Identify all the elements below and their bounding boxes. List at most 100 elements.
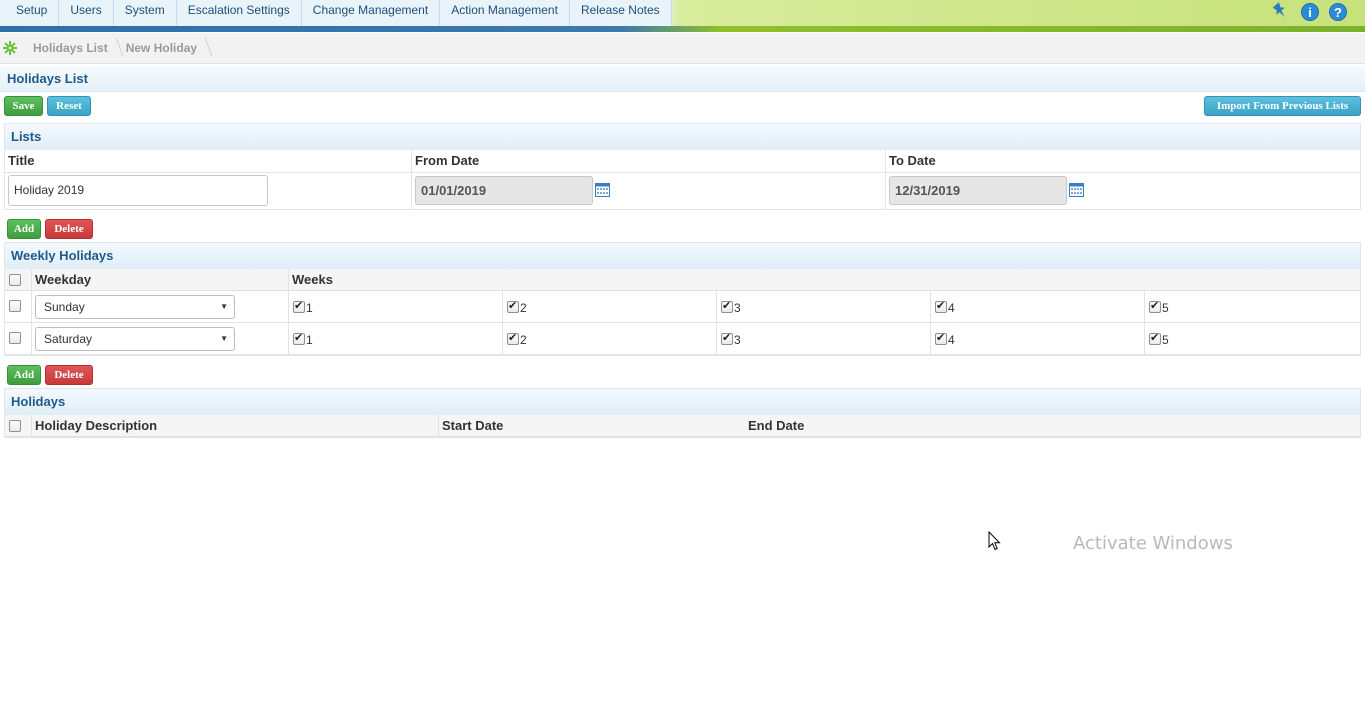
breadcrumb-new-holiday: New Holiday	[118, 41, 207, 55]
from-date-input[interactable]: 01/01/2019	[415, 176, 593, 205]
end-date-column-header: End Date	[748, 418, 805, 433]
week-4-label: 4	[948, 333, 955, 347]
mouse-cursor-icon	[988, 530, 1001, 554]
chevron-down-icon: ▼	[220, 334, 228, 343]
home-gear-icon[interactable]	[1, 39, 19, 57]
import-from-previous-lists-button[interactable]: Import From Previous Lists	[1204, 96, 1361, 116]
week-3-checkbox[interactable]	[721, 331, 733, 345]
divider	[411, 150, 412, 210]
divider	[716, 291, 717, 323]
nav-release-notes[interactable]: Release Notes	[569, 0, 672, 26]
week-4-label: 4	[948, 301, 955, 315]
holiday-description-column-header: Holiday Description	[35, 418, 158, 433]
divider	[885, 150, 886, 210]
week-3-label: 3	[734, 301, 741, 315]
divider	[288, 323, 289, 355]
week-1-checkbox[interactable]	[293, 331, 305, 345]
divider	[31, 269, 32, 291]
holidays-table-header: Holiday Description Start Date End Date	[5, 415, 1360, 437]
holidays-delete-button[interactable]: Delete	[45, 365, 93, 385]
weekday-select[interactable]: Sunday ▼	[35, 295, 235, 319]
select-all-holidays-checkbox[interactable]	[9, 420, 21, 432]
weekly-row: Sunday ▼ 1 2 3 4 5	[5, 291, 1360, 323]
week-2-label: 2	[520, 301, 527, 315]
holidays-panel: Holidays Holiday Description Start Date …	[4, 388, 1361, 438]
select-all-weekly-checkbox[interactable]	[9, 274, 21, 286]
week-5-checkbox[interactable]	[1149, 331, 1161, 345]
week-3-checkbox[interactable]	[721, 299, 733, 313]
divider	[1144, 291, 1145, 323]
top-nav-bar: Setup Users System Escalation Settings C…	[0, 0, 1365, 26]
week-2-checkbox[interactable]	[507, 299, 519, 313]
help-icon[interactable]: ?	[1329, 3, 1347, 21]
divider	[716, 323, 717, 355]
from-date-calendar-icon[interactable]	[595, 183, 610, 197]
lists-grid: Title From Date To Date Holiday 2019 01/…	[5, 150, 1360, 210]
divider	[31, 291, 32, 323]
title-column-header: Title	[8, 153, 35, 168]
weekly-add-button[interactable]: Add	[7, 219, 41, 239]
divider	[930, 291, 931, 323]
nav-users[interactable]: Users	[59, 0, 114, 26]
weekday-select[interactable]: Saturday ▼	[35, 327, 235, 351]
week-5-label: 5	[1162, 301, 1169, 315]
breadcrumb-holidays-list[interactable]: Holidays List	[25, 41, 118, 55]
page-title: Holidays List	[0, 66, 1365, 92]
weekly-holidays-panel: Weekly Holidays Weekday Weeks Sunday ▼ 1…	[4, 242, 1361, 356]
weekday-column-header: Weekday	[35, 272, 92, 287]
week-1-label: 1	[306, 333, 313, 347]
save-button[interactable]: Save	[4, 96, 43, 116]
breadcrumb: Holidays List New Holiday	[0, 33, 1365, 64]
lists-heading: Lists	[5, 124, 1360, 150]
divider	[1144, 323, 1145, 355]
weekday-select-value: Sunday	[44, 300, 85, 314]
week-1-checkbox[interactable]	[293, 299, 305, 313]
pin-icon[interactable]	[1271, 1, 1291, 21]
divider	[5, 172, 1360, 173]
divider	[31, 415, 32, 437]
week-5-label: 5	[1162, 333, 1169, 347]
nav-action-management[interactable]: Action Management	[440, 0, 570, 26]
weekly-table-header: Weekday Weeks	[5, 269, 1360, 291]
week-4-checkbox[interactable]	[935, 331, 947, 345]
to-date-input[interactable]: 12/31/2019	[889, 176, 1067, 205]
start-date-column-header: Start Date	[442, 418, 504, 433]
to-date-calendar-icon[interactable]	[1069, 183, 1084, 197]
nav-escalation-settings[interactable]: Escalation Settings	[176, 0, 302, 26]
activate-windows-watermark: Activate Windows	[1073, 533, 1233, 554]
divider	[288, 269, 289, 291]
week-4-checkbox[interactable]	[935, 299, 947, 313]
chevron-down-icon: ▼	[220, 302, 228, 311]
info-icon[interactable]: i	[1301, 3, 1319, 21]
title-input[interactable]: Holiday 2019	[8, 175, 268, 206]
divider	[288, 291, 289, 323]
weekly-holidays-heading: Weekly Holidays	[5, 243, 1360, 269]
nav-system[interactable]: System	[113, 0, 177, 26]
top-icons: i ?	[1271, 1, 1347, 21]
holidays-add-button[interactable]: Add	[7, 365, 41, 385]
reset-button[interactable]: Reset	[47, 96, 91, 116]
divider	[930, 323, 931, 355]
weekday-select-value: Saturday	[44, 332, 93, 346]
to-date-column-header: To Date	[889, 153, 936, 168]
week-5-checkbox[interactable]	[1149, 299, 1161, 313]
weeks-column-header: Weeks	[292, 272, 333, 287]
week-3-label: 3	[734, 333, 741, 347]
week-2-checkbox[interactable]	[507, 331, 519, 345]
row-select-checkbox[interactable]	[9, 300, 21, 312]
from-date-column-header: From Date	[415, 153, 480, 168]
weekly-delete-button[interactable]: Delete	[45, 219, 93, 239]
divider	[438, 415, 439, 437]
weekly-row: Saturday ▼ 1 2 3 4 5	[5, 323, 1360, 355]
row-select-checkbox[interactable]	[9, 332, 21, 344]
divider	[31, 323, 32, 355]
nav-setup[interactable]: Setup	[0, 0, 60, 26]
week-1-label: 1	[306, 301, 313, 315]
top-divider	[0, 26, 1365, 32]
holidays-heading: Holidays	[5, 389, 1360, 415]
divider	[502, 291, 503, 323]
nav-change-management[interactable]: Change Management	[301, 0, 441, 26]
week-2-label: 2	[520, 333, 527, 347]
main-menu: Setup Users System Escalation Settings C…	[0, 0, 672, 26]
lists-panel: Lists Title From Date To Date Holiday 20…	[4, 123, 1361, 210]
